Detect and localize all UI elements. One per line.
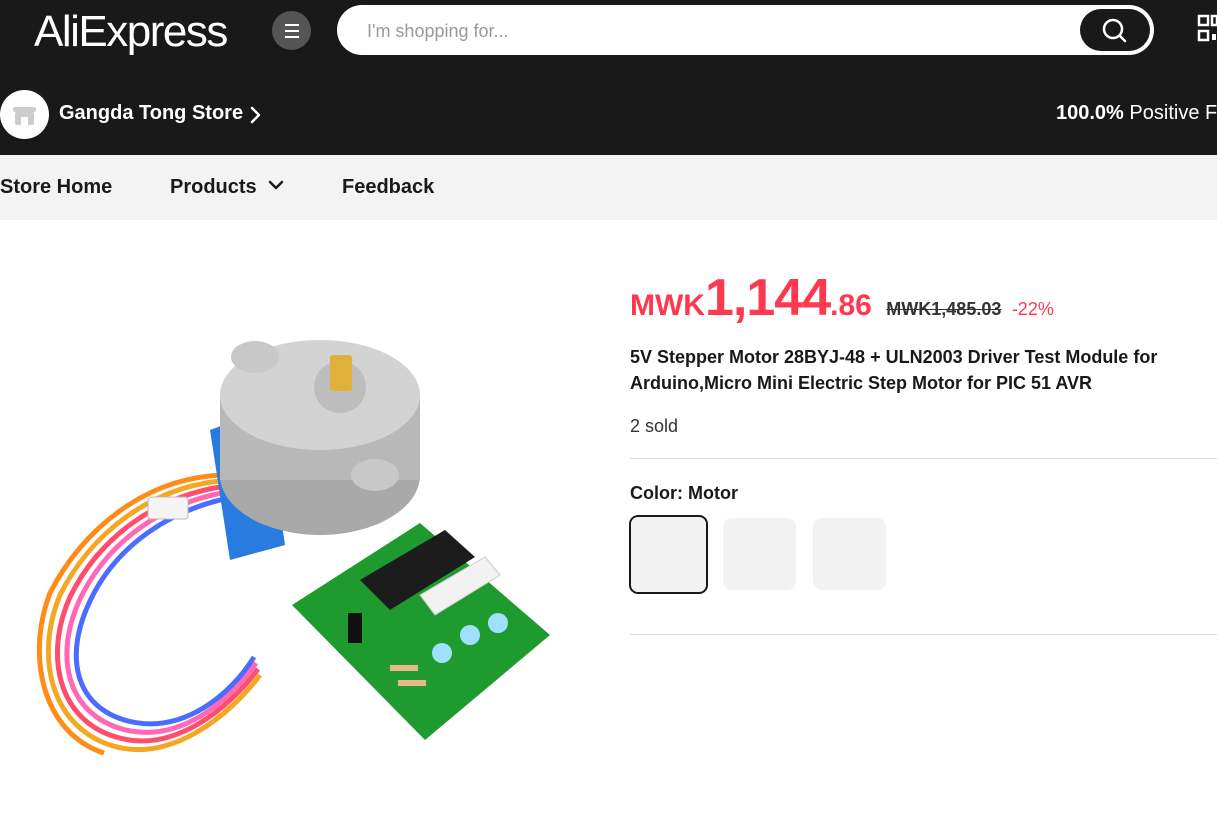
color-label: Color: Motor: [630, 483, 738, 503]
color-option-3[interactable]: [813, 518, 886, 590]
store-icon: [13, 107, 36, 125]
search-input[interactable]: [365, 5, 1069, 57]
price-row: MWK1,144.86 MWK1,485.03 -22%: [630, 268, 1054, 328]
price-decimal: .86: [830, 289, 872, 322]
product-image[interactable]: [30, 335, 570, 775]
feedback-percent: 100.0%: [1056, 102, 1124, 124]
color-option-motor[interactable]: [629, 515, 708, 594]
price-integer: 1,144: [704, 269, 831, 327]
nav-feedback[interactable]: Feedback: [342, 176, 434, 199]
search-button[interactable]: [1080, 9, 1150, 51]
chevron-down-icon: [269, 180, 284, 190]
store-avatar[interactable]: [0, 90, 49, 139]
search-bar: [337, 5, 1154, 57]
price-currency: MWK: [630, 289, 705, 322]
original-price: MWK1,485.03: [886, 299, 1002, 319]
search-icon: [1102, 18, 1127, 43]
divider: [630, 634, 1217, 635]
site-header: AliExpress Gangda Tong Store 100.0% Posi…: [0, 0, 1217, 155]
product-title: 5V Stepper Motor 28BYJ-48 + ULN2003 Driv…: [630, 347, 1158, 393]
divider: [630, 458, 1217, 459]
nav-products-label: Products: [170, 176, 257, 198]
nav-store-home[interactable]: Store Home: [0, 176, 112, 199]
aliexpress-logo[interactable]: AliExpress: [34, 6, 228, 58]
discount-badge: -22%: [1011, 299, 1054, 319]
sold-count: 2 sold: [630, 416, 679, 436]
nav-products[interactable]: Products: [170, 176, 286, 199]
store-name[interactable]: Gangda Tong Store: [59, 102, 243, 125]
color-option-2[interactable]: [723, 518, 796, 590]
hamburger-icon[interactable]: [272, 11, 311, 50]
store-nav: Store Home Products Feedback: [0, 155, 1217, 220]
chevron-right-icon[interactable]: [247, 104, 263, 126]
qr-code-icon[interactable]: [1197, 14, 1217, 44]
feedback-text: Positive Fe: [1129, 102, 1217, 124]
store-feedback-rating: 100.0% Positive Fe: [1056, 102, 1217, 125]
